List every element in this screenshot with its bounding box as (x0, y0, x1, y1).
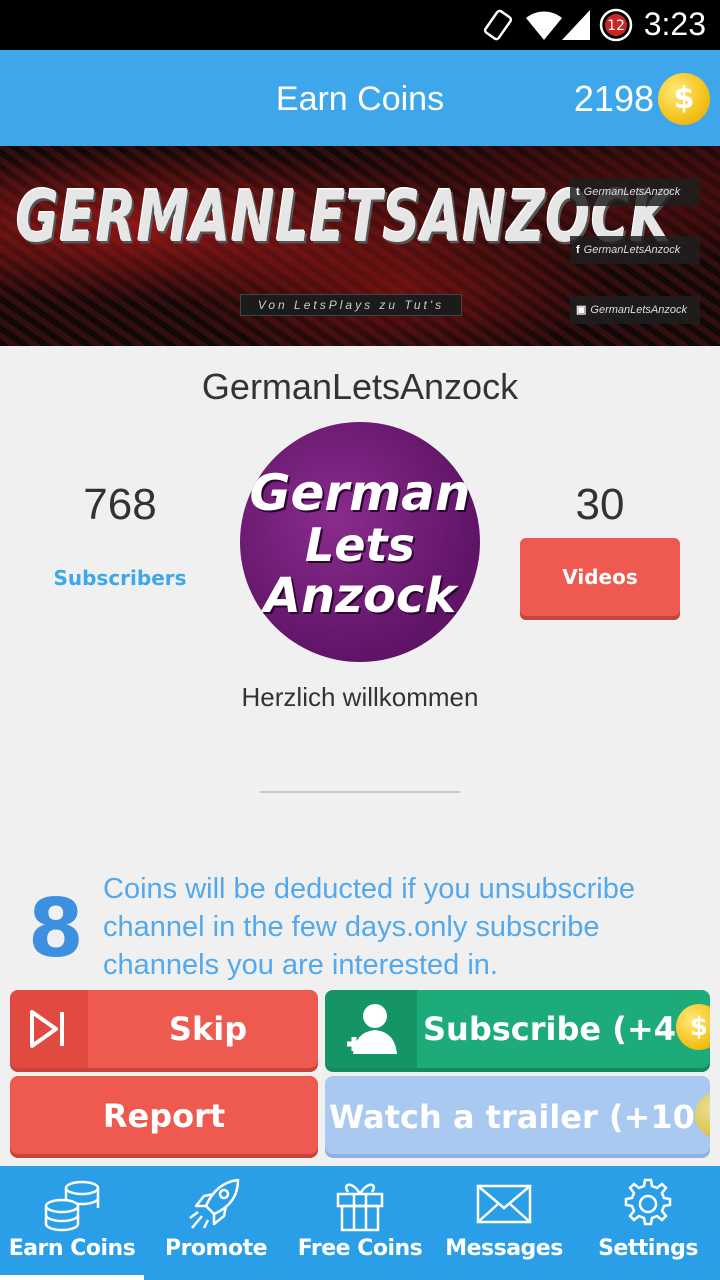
twitter-icon: t (576, 186, 580, 198)
envelope-icon (476, 1184, 532, 1224)
avatar-text-line: Lets (305, 518, 415, 572)
coin-icon: $ (658, 73, 710, 125)
nav-label: Promote (164, 1236, 268, 1261)
nav-label: Settings (598, 1236, 698, 1261)
nav-label: Earn Coins (8, 1236, 136, 1261)
videos-button[interactable]: Videos (520, 538, 680, 616)
add-user-icon (325, 990, 417, 1068)
nav-earn-coins[interactable]: Earn Coins (0, 1166, 144, 1280)
banner-social-facebook: f GermanLetsAnzock (570, 236, 700, 264)
skip-button[interactable]: Skip (10, 990, 318, 1068)
coin-icon: $ (694, 1092, 710, 1138)
clock: 3:23 (643, 6, 706, 42)
nav-settings[interactable]: Settings (576, 1166, 720, 1280)
video-count: 30 (575, 480, 625, 529)
svg-text:12: 12 (607, 18, 625, 34)
nav-promote[interactable]: Promote (144, 1166, 288, 1280)
trailer-text: Watch a trailer (+10 (329, 1098, 695, 1136)
banner-tagline: Von LetsPlays zu Tut's (240, 294, 462, 316)
wifi-icon (526, 11, 562, 40)
subscribe-button[interactable]: Subscribe (+4$) (325, 990, 710, 1068)
skip-icon (10, 990, 88, 1068)
screen: 12 3:23 Earn Coins 2198 $ GERMANLETSANZO… (0, 0, 720, 1280)
watch-trailer-button[interactable]: Watch a trailer (+10$) (325, 1076, 710, 1154)
subscriber-count: 768 (83, 480, 157, 529)
watch-trailer-label: Watch a trailer (+10$) (329, 1076, 710, 1154)
report-label: Report (102, 1097, 226, 1135)
channel-banner: GERMANLETSANZOCK Von LetsPlays zu Tut's … (0, 146, 720, 346)
coin-balance: 2198 (573, 78, 654, 119)
signal-icon (562, 10, 590, 40)
bottom-nav: Earn Coins Promote Free Coins Messages S… (0, 1166, 720, 1280)
social-handle: GermanLetsAnzock (583, 244, 681, 256)
report-button[interactable]: Report (10, 1076, 318, 1154)
gift-icon (336, 1183, 384, 1232)
nav-label: Free Coins (297, 1236, 423, 1261)
channel-name: GermanLetsAnzock (201, 366, 519, 407)
nav-label: Messages (445, 1236, 563, 1261)
nav-free-coins[interactable]: Free Coins (288, 1166, 432, 1280)
notification-badge-icon: 12 (599, 8, 633, 42)
banner-social-twitch: ▣ GermanLetsAnzock (570, 296, 700, 324)
channel-avatar: German Lets Anzock (240, 422, 480, 662)
app-bar: Earn Coins 2198 $ (0, 50, 720, 146)
deduction-notice: Coins will be deducted if you unsubscrib… (103, 873, 635, 981)
skip-label: Skip (168, 1010, 248, 1048)
divider (260, 791, 460, 793)
twitch-icon: ▣ (576, 304, 587, 316)
gear-icon (624, 1178, 672, 1226)
avatar-text-line: German (249, 464, 471, 522)
subscribe-text: Subscribe (+4 (423, 1010, 676, 1048)
facebook-icon: f (576, 244, 580, 256)
social-handle: GermanLetsAnzock (583, 186, 681, 198)
banner-social-twitter: t GermanLetsAnzock (570, 178, 700, 206)
coin-icon: $ (675, 1004, 710, 1050)
nav-messages[interactable]: Messages (432, 1166, 576, 1280)
remaining-count: 8 (28, 882, 84, 975)
rocket-icon (189, 1178, 240, 1229)
coins-icon (44, 1180, 100, 1232)
channel-description: Herzlich willkommen (241, 682, 479, 712)
subscribe-label: Subscribe (+4$) (423, 990, 710, 1068)
avatar-text-line: Anzock (263, 568, 457, 624)
status-bar: 12 3:23 (0, 0, 720, 50)
social-handle: GermanLetsAnzock (590, 304, 688, 316)
rotate-icon (483, 9, 513, 41)
subscribers-label: Subscribers (53, 566, 187, 590)
